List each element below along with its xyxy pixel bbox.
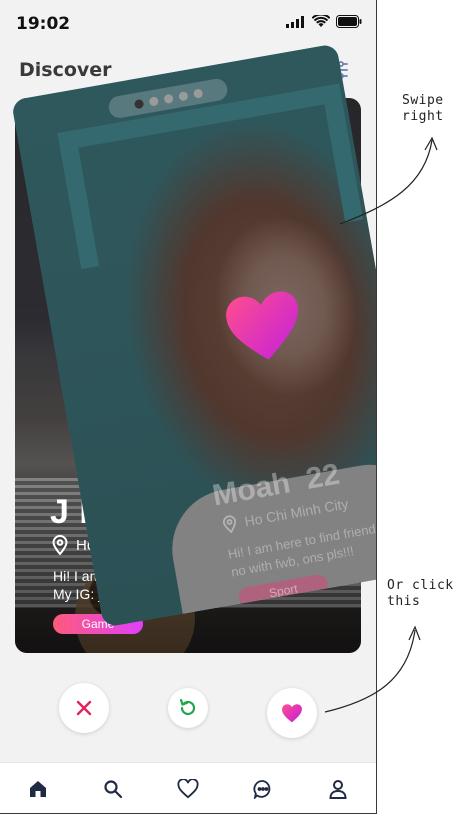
profile-icon <box>329 780 347 799</box>
close-icon <box>76 700 92 716</box>
page-dot <box>162 93 174 104</box>
status-time: 19:02 <box>16 14 71 34</box>
heart-outline-icon <box>177 779 199 799</box>
dislike-button[interactable] <box>59 683 109 733</box>
nav-search[interactable] <box>93 769 133 809</box>
battery-icon <box>336 15 362 28</box>
like-button[interactable] <box>267 688 317 738</box>
wifi-icon <box>312 15 330 27</box>
page-title: Discover <box>19 59 112 81</box>
like-heart-icon <box>226 291 298 360</box>
phone-screen: 19:02 Discover J Lyu Ho Chi Mi Hi! I am … <box>0 0 377 814</box>
heart-icon <box>282 704 302 723</box>
undo-button[interactable] <box>168 688 208 728</box>
search-icon <box>104 780 122 799</box>
annotation-or-click: Or click this <box>387 578 454 610</box>
status-bar: 19:02 <box>0 0 376 46</box>
home-icon <box>29 781 46 797</box>
chat-icon <box>253 780 271 799</box>
annotation-line: right <box>402 109 444 124</box>
page-dot <box>192 87 203 99</box>
location-pin-icon <box>52 535 68 555</box>
arrow-head <box>408 625 421 641</box>
signal-icon <box>286 15 304 28</box>
status-icons <box>286 15 362 28</box>
nav-home[interactable] <box>18 769 58 809</box>
arrow-head <box>424 136 438 151</box>
annotation-line: this <box>387 594 421 609</box>
nav-profile[interactable] <box>318 769 358 809</box>
page-dot <box>148 95 159 107</box>
annotation-swipe-right: Swipe right <box>402 93 444 125</box>
page-dot <box>133 98 144 109</box>
nav-likes[interactable] <box>168 769 208 809</box>
bottom-navigation <box>0 762 376 813</box>
page-dot <box>177 90 189 102</box>
profile-age: 22 <box>303 457 343 496</box>
annotation-line: Swipe <box>402 93 444 108</box>
annotation-line: Or click <box>387 578 454 593</box>
location-pin-icon <box>223 515 237 534</box>
nav-messages[interactable] <box>243 769 283 809</box>
undo-icon <box>179 698 196 716</box>
